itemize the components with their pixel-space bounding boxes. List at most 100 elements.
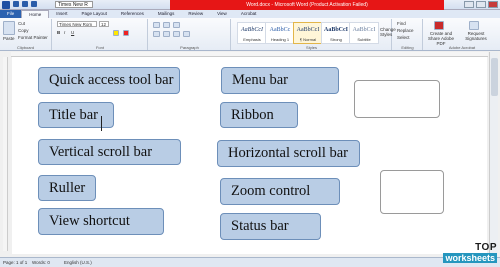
underline-button[interactable]: U — [71, 30, 74, 35]
redo-icon[interactable] — [31, 1, 37, 7]
font-group: Times New Rom 12 B I U Font — [53, 19, 148, 50]
tab-file[interactable]: File — [0, 10, 22, 18]
card-ribbon: Ribbon — [220, 102, 298, 128]
card-view-shortcut: View shortcut — [38, 208, 164, 235]
word-count[interactable]: Words: 0 — [32, 259, 50, 267]
style-name: Heading 1 — [270, 37, 290, 42]
multilevel-list-icon[interactable] — [173, 22, 180, 28]
acrobat-group: Create and Share Adobe PDF Request Signa… — [424, 19, 500, 50]
font-color-icon[interactable] — [123, 30, 129, 36]
card-status-bar: Status bar — [220, 213, 321, 240]
format-painter-button[interactable]: Format Painter — [18, 35, 48, 40]
style-normal[interactable]: AaBbCcI ¶ Normal — [293, 22, 323, 44]
acrobat-label: Adobe Acrobat — [448, 45, 476, 50]
paste-label[interactable]: Paste — [3, 36, 15, 41]
paste-icon[interactable] — [3, 21, 15, 35]
styles-group: AaBbCcI Emphasis AaBbCc Heading 1 AaBbCc… — [232, 19, 396, 50]
tab-view[interactable]: View — [210, 10, 234, 18]
title-bar: Times New R Word.docx - Microsoft Word (… — [0, 0, 500, 10]
style-sample: AaBbCcI — [352, 27, 376, 33]
tab-review[interactable]: Review — [181, 10, 210, 18]
paragraph-group: Paragraph — [149, 19, 231, 50]
undo-icon[interactable] — [22, 1, 28, 7]
highlight-icon[interactable] — [113, 30, 119, 36]
editing-label: Editing — [401, 45, 414, 50]
tab-home[interactable]: Home — [21, 10, 50, 18]
style-name: Subtitle — [357, 37, 371, 42]
tab-mailings[interactable]: Mailings — [151, 10, 182, 18]
close-button[interactable] — [488, 1, 498, 8]
style-name: ¶ Normal — [299, 37, 317, 42]
editing-group: Find Replace Select Editing — [393, 19, 423, 50]
style-sample: AaBbCc — [269, 27, 291, 33]
ribbon: Paste Cut Copy Format Painter Clipboard … — [0, 18, 500, 51]
copy-button[interactable]: Copy — [18, 28, 29, 33]
card-ruller: Ruller — [38, 175, 96, 201]
card-menu-bar: Menu bar — [221, 67, 339, 94]
watermark-top: TOP — [475, 242, 497, 253]
font-size-select[interactable]: 12 — [99, 21, 109, 27]
maximize-button[interactable] — [476, 1, 486, 8]
style-heading-1[interactable]: AaBbCc Heading 1 — [265, 22, 295, 44]
qat-font-box[interactable]: Times New R — [55, 1, 93, 8]
paragraph-label: Paragraph — [180, 45, 199, 50]
style-emphasis[interactable]: AaBbCcI Emphasis — [237, 22, 267, 44]
window-controls — [464, 1, 498, 8]
word-logo-icon — [2, 1, 10, 9]
bold-button[interactable]: B — [57, 30, 60, 35]
card-horizontal-scroll-bar: Horizontal scroll bar — [217, 140, 360, 167]
vertical-scrollbar[interactable] — [489, 52, 498, 257]
styles-label: Styles — [306, 45, 317, 50]
page-count[interactable]: Page: 1 of 1 — [3, 259, 27, 267]
align-right-icon[interactable] — [173, 31, 180, 37]
text-cursor — [101, 116, 102, 131]
align-center-icon[interactable] — [163, 31, 170, 37]
answer-box-1[interactable] — [354, 80, 440, 118]
watermark-bottom: worksheets — [443, 253, 497, 263]
clipboard-label: Clipboard — [16, 45, 35, 50]
style-strong[interactable]: AaBbCcI Strong — [321, 22, 351, 44]
card-zoom-control: Zoom control — [220, 178, 340, 205]
align-left-icon[interactable] — [153, 31, 160, 37]
italic-button[interactable]: I — [64, 30, 65, 35]
numbering-icon[interactable] — [163, 22, 170, 28]
minimize-button[interactable] — [464, 1, 474, 8]
language[interactable]: English (U.S.) — [64, 259, 92, 267]
card-vertical-scroll-bar: Vertical scroll bar — [38, 139, 181, 165]
tab-insert[interactable]: Insert — [49, 10, 74, 18]
tab-acrobat[interactable]: Acrobat — [234, 10, 264, 18]
ribbon-tabs: File Home Insert Page Layout References … — [0, 10, 500, 18]
watermark-logo: TOP worksheets — [443, 243, 497, 263]
style-name: Emphasis — [243, 37, 261, 42]
font-name-select[interactable]: Times New Rom — [57, 21, 97, 27]
create-pdf-button[interactable]: Create and Share Adobe PDF — [426, 31, 456, 46]
style-name: Strong — [330, 37, 342, 42]
clipboard-group: Paste Cut Copy Format Painter Clipboard — [0, 19, 52, 50]
scrollbar-thumb[interactable] — [491, 58, 498, 96]
cut-button[interactable]: Cut — [18, 21, 25, 26]
card-title-bar: Title bar — [38, 102, 114, 128]
signature-icon[interactable] — [469, 21, 479, 30]
save-icon[interactable] — [13, 1, 19, 7]
vertical-ruler[interactable] — [3, 57, 8, 251]
request-signatures-button[interactable]: Request Signatures — [462, 31, 490, 41]
window-title: Word.docx - Microsoft Word (Product Acti… — [170, 0, 444, 10]
tab-references[interactable]: References — [114, 10, 151, 18]
pdf-icon[interactable] — [434, 21, 444, 30]
card-quick-access-toolbar: Quick access tool bar — [38, 67, 180, 94]
find-button[interactable]: Find — [397, 21, 406, 26]
style-subtitle[interactable]: AaBbCcI Subtitle — [349, 22, 379, 44]
font-label: Font — [95, 45, 104, 50]
tab-page-layout[interactable]: Page Layout — [75, 10, 114, 18]
change-styles-button[interactable]: Change Styles — [380, 27, 396, 37]
status-bar: Page: 1 of 1 Words: 0 English (U.S.) — [0, 257, 500, 267]
style-sample: AaBbCcI — [241, 27, 263, 33]
justify-icon[interactable] — [183, 31, 190, 37]
style-sample: AaBbCcI — [296, 27, 320, 33]
style-sample: AaBbCcI — [323, 27, 348, 33]
quick-access-toolbar — [2, 1, 37, 9]
replace-button[interactable]: Replace — [397, 28, 414, 33]
select-button[interactable]: Select — [397, 35, 410, 40]
answer-box-2[interactable] — [380, 170, 444, 214]
bullets-icon[interactable] — [153, 22, 160, 28]
